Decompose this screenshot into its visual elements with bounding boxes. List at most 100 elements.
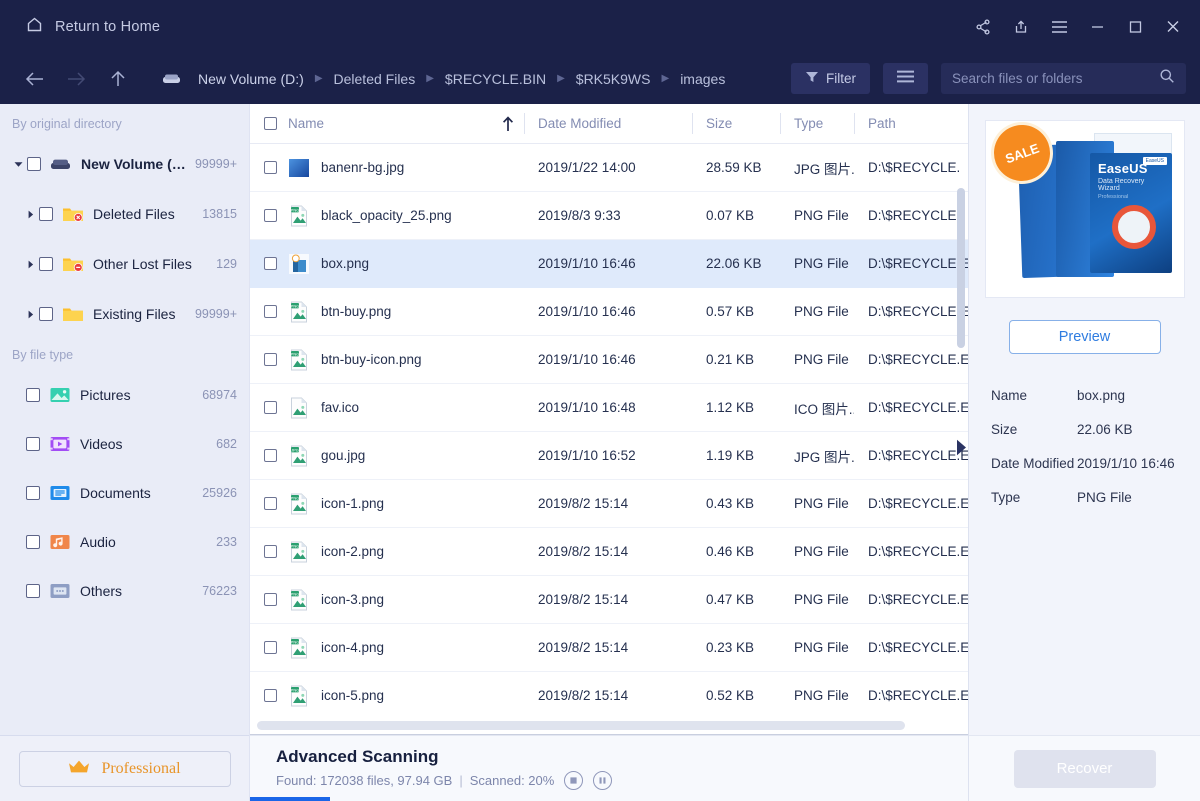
cell-name: PNG btn-buy.png xyxy=(250,288,524,335)
sidebar-checkbox[interactable] xyxy=(26,436,40,451)
select-all-checkbox[interactable] xyxy=(264,117,277,130)
sort-ascending-icon[interactable] xyxy=(502,116,514,137)
file-thumbnail[interactable]: EaseUS EaseUS Data Recovery Wizard Profe… xyxy=(985,120,1185,298)
export-icon[interactable] xyxy=(1002,8,1040,46)
sidebar-checkbox[interactable] xyxy=(39,257,53,271)
png-file-icon: PNG xyxy=(288,637,310,659)
forward-arrow-icon[interactable] xyxy=(56,60,96,98)
sidebar-item-count: 76223 xyxy=(202,583,237,598)
row-checkbox[interactable] xyxy=(264,449,277,462)
row-checkbox[interactable] xyxy=(264,305,277,318)
horizontal-scrollbar-thumb[interactable] xyxy=(257,721,905,730)
sidebar-item-others[interactable]: Others 76223 xyxy=(0,566,249,615)
minimize-icon[interactable] xyxy=(1078,8,1116,46)
preview-button-label: Preview xyxy=(1058,329,1111,345)
sidebar-checkbox[interactable] xyxy=(26,534,40,549)
table-row[interactable]: PNG icon-2.png 2019/8/2 15:14 0.46 KB PNG Fi… xyxy=(250,528,968,576)
file-list-header: Name Date Modified Size Type Path xyxy=(250,104,968,144)
cell-size: 0.52 KB xyxy=(706,688,755,703)
image-thumb-box xyxy=(288,253,310,275)
table-row[interactable]: banenr-bg.jpg 2019/1/22 14:00 28.59 KB JPG … xyxy=(250,144,968,192)
cell-type: ICO 图片... xyxy=(794,401,854,417)
search-box[interactable] xyxy=(941,63,1186,94)
table-row[interactable]: PNG icon-4.png 2019/8/2 15:14 0.23 KB PNG Fi… xyxy=(250,624,968,672)
png-file-icon: PNG xyxy=(288,589,310,611)
stop-scan-button[interactable] xyxy=(564,771,584,790)
search-input[interactable] xyxy=(952,71,1153,86)
table-row[interactable]: PNG icon-5.png 2019/8/2 15:14 0.52 KB PNG Fi… xyxy=(250,672,968,717)
pause-scan-button[interactable] xyxy=(593,771,613,790)
row-checkbox[interactable] xyxy=(264,353,277,366)
vertical-scrollbar[interactable] xyxy=(957,188,965,348)
close-icon[interactable] xyxy=(1154,8,1192,46)
up-arrow-icon[interactable] xyxy=(98,60,138,98)
breadcrumb-item-1[interactable]: Deleted Files xyxy=(328,67,422,91)
table-row[interactable]: PNG icon-1.png 2019/8/2 15:14 0.43 KB PNG Fi… xyxy=(250,480,968,528)
sidebar-checkbox[interactable] xyxy=(26,387,40,402)
row-checkbox[interactable] xyxy=(264,689,277,702)
professional-upgrade-button[interactable]: Professional xyxy=(18,750,231,787)
sidebar-item-existing-files[interactable]: Existing Files 99999+ xyxy=(0,289,249,339)
chevron-right-icon[interactable] xyxy=(22,260,39,269)
column-header-type[interactable]: Type xyxy=(780,104,854,143)
row-checkbox[interactable] xyxy=(264,257,277,270)
svg-text:PNG: PNG xyxy=(291,495,300,500)
cell-size: 22.06 KB xyxy=(706,256,762,271)
chevron-right-icon[interactable] xyxy=(22,210,39,219)
row-checkbox[interactable] xyxy=(264,641,277,654)
table-row[interactable]: box.png 2019/1/10 16:46 22.06 KB PNG File D:… xyxy=(250,240,968,288)
row-checkbox[interactable] xyxy=(264,161,277,174)
column-header-date-modified[interactable]: Date Modified xyxy=(524,104,692,143)
filter-button[interactable]: Filter xyxy=(791,63,870,94)
breadcrumb-item-2[interactable]: $RECYCLE.BIN xyxy=(439,67,552,91)
cell-date-modified: 2019/1/10 16:46 xyxy=(538,352,636,367)
sidebar-checkbox[interactable] xyxy=(39,207,53,221)
back-arrow-icon[interactable] xyxy=(14,60,54,98)
sidebar-item-videos[interactable]: Videos 682 xyxy=(0,419,249,468)
preview-button[interactable]: Preview xyxy=(1008,320,1161,354)
search-icon[interactable] xyxy=(1159,68,1175,89)
sidebar-item-documents[interactable]: Documents 25926 xyxy=(0,468,249,517)
breadcrumb-item-3[interactable]: $RK5K9WS xyxy=(570,67,657,91)
lifebuoy-icon xyxy=(1112,205,1156,249)
table-row[interactable]: JPG gou.jpg 2019/1/10 16:52 1.19 KB JPG 图片..… xyxy=(250,432,968,480)
sidebar-checkbox[interactable] xyxy=(26,485,40,500)
column-header-name[interactable]: Name xyxy=(250,104,524,143)
sidebar-item-deleted-files[interactable]: Deleted Files 13815 xyxy=(0,189,249,239)
panel-collapse-handle-icon[interactable] xyxy=(954,434,968,460)
breadcrumb-item-4[interactable]: images xyxy=(674,67,731,91)
sidebar-item-new-volume-d[interactable]: New Volume (D:) 99999+ xyxy=(0,139,249,189)
table-row[interactable]: fav.ico 2019/1/10 16:48 1.12 KB ICO 图片... D:… xyxy=(250,384,968,432)
view-mode-button[interactable] xyxy=(883,63,928,94)
column-header-size[interactable]: Size xyxy=(692,104,780,143)
table-row[interactable]: PNG btn-buy-icon.png 2019/1/10 16:46 0.21 K… xyxy=(250,336,968,384)
table-row[interactable]: PNG btn-buy.png 2019/1/10 16:46 0.57 KB PNG … xyxy=(250,288,968,336)
row-checkbox[interactable] xyxy=(264,545,277,558)
table-row[interactable]: PNG black_opacity_25.png 2019/8/3 9:33 0.07… xyxy=(250,192,968,240)
table-row[interactable]: PNG icon-3.png 2019/8/2 15:14 0.47 KB PNG Fi… xyxy=(250,576,968,624)
sidebar-checkbox[interactable] xyxy=(26,583,40,598)
breadcrumb-item-0[interactable]: New Volume (D:) xyxy=(192,67,310,91)
breadcrumb-separator-icon: ▶ xyxy=(426,73,434,84)
maximize-icon[interactable] xyxy=(1116,8,1154,46)
row-checkbox[interactable] xyxy=(264,401,277,414)
sidebar-item-other-lost-files[interactable]: Other Lost Files 129 xyxy=(0,239,249,289)
sidebar-item-audio[interactable]: Audio 233 xyxy=(0,517,249,566)
horizontal-scrollbar[interactable] xyxy=(250,717,968,735)
navigation-bar: New Volume (D:) ▶ Deleted Files ▶ $RECYC… xyxy=(0,53,1200,104)
share-icon[interactable] xyxy=(964,8,1002,46)
recover-button[interactable]: Recover xyxy=(1013,749,1156,788)
row-checkbox[interactable] xyxy=(264,497,277,510)
file-list-rows[interactable]: banenr-bg.jpg 2019/1/22 14:00 28.59 KB JPG … xyxy=(250,144,968,717)
sidebar-item-pictures[interactable]: Pictures 68974 xyxy=(0,370,249,419)
chevron-down-icon[interactable] xyxy=(10,160,27,169)
column-header-path[interactable]: Path xyxy=(854,104,968,143)
row-checkbox[interactable] xyxy=(264,209,277,222)
sidebar-checkbox[interactable] xyxy=(27,157,41,171)
sidebar-checkbox[interactable] xyxy=(39,307,53,321)
detail-key: Size xyxy=(991,422,1018,437)
menu-icon[interactable] xyxy=(1040,8,1078,46)
return-to-home-button[interactable]: Return to Home xyxy=(18,10,168,44)
row-checkbox[interactable] xyxy=(264,593,277,606)
chevron-right-icon[interactable] xyxy=(22,310,39,319)
